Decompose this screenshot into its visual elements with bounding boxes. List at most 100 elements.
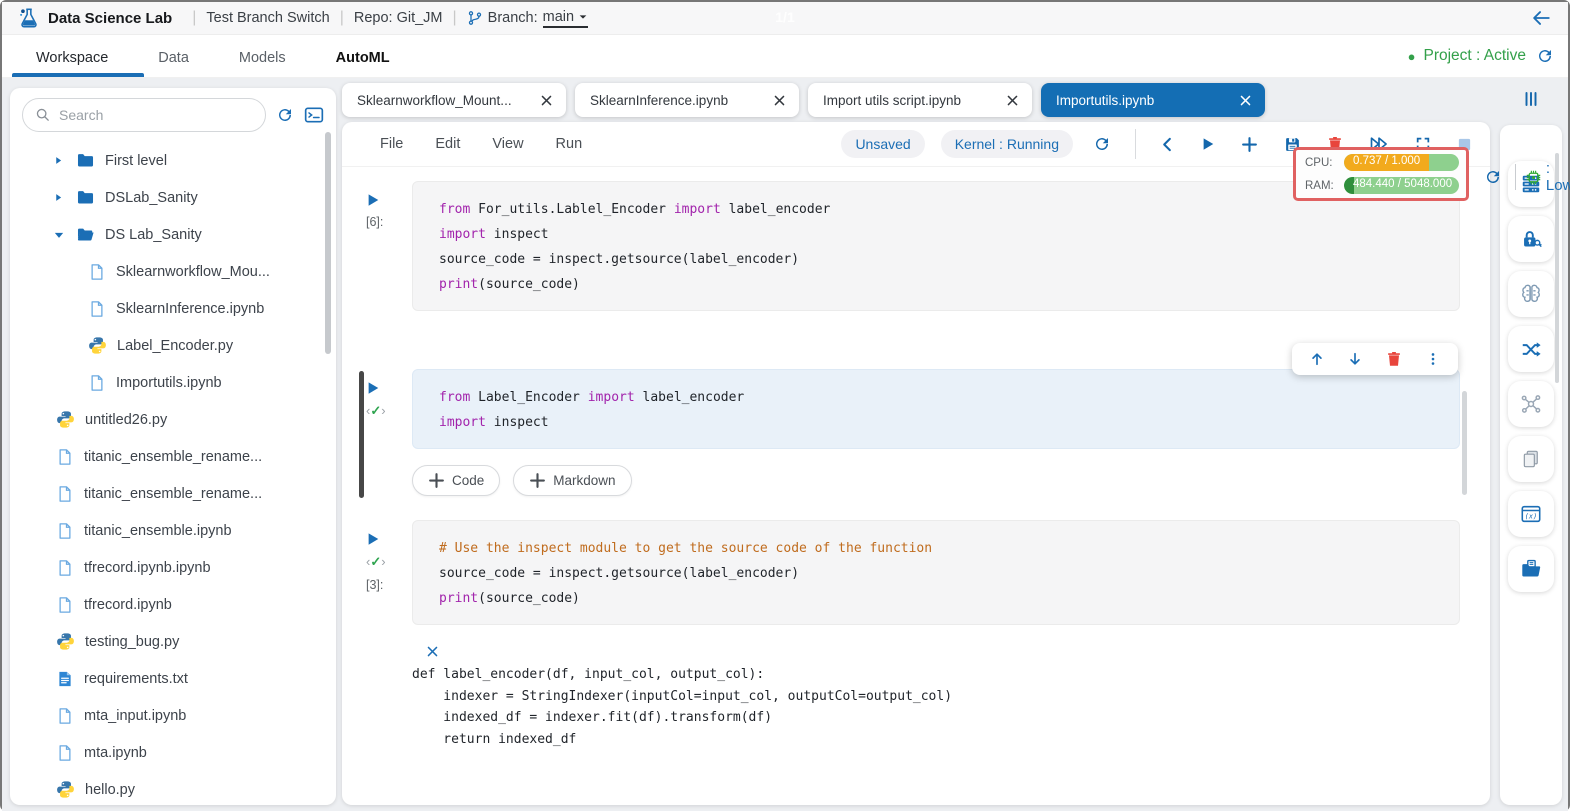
tab-automl[interactable]: AutoML bbox=[326, 38, 400, 77]
run-cell-icon[interactable] bbox=[1197, 137, 1219, 151]
refresh-icon[interactable] bbox=[1536, 47, 1554, 65]
tree-item-titanic-ensemble-rename-[interactable]: titanic_ensemble_rename... bbox=[10, 475, 336, 512]
tree-item-label: DSLab_Sanity bbox=[105, 190, 198, 206]
tab-data[interactable]: Data bbox=[148, 38, 199, 77]
tab-models[interactable]: Models bbox=[229, 38, 296, 77]
divider: | bbox=[192, 9, 196, 27]
menu-file[interactable]: File bbox=[380, 136, 403, 152]
chevron-down-icon[interactable] bbox=[54, 230, 66, 240]
project-name: Test Branch Switch bbox=[206, 10, 329, 26]
folder-icon bbox=[76, 188, 95, 207]
tree-item-dslab-sanity[interactable]: DSLab_Sanity bbox=[10, 179, 336, 216]
ram-usage-bar: 484.440 / 5048.000 bbox=[1344, 177, 1459, 194]
cpu-usage-bar: 0.737 / 1.000 bbox=[1344, 154, 1459, 171]
python-file-icon bbox=[56, 410, 75, 429]
code-editor[interactable]: # Use the inspect module to get the sour… bbox=[412, 520, 1460, 625]
code-editor[interactable]: from Label_Encoder import label_encoderi… bbox=[412, 369, 1460, 449]
tree-item-mta-input-ipynb[interactable]: mta_input.ipynb bbox=[10, 697, 336, 734]
run-cell-icon[interactable] bbox=[366, 381, 412, 395]
columns-icon[interactable] bbox=[1522, 90, 1540, 113]
refresh-icon[interactable] bbox=[1480, 168, 1506, 186]
network-graph-button[interactable] bbox=[1508, 381, 1554, 427]
tree-item-label-encoder-py[interactable]: Label_Encoder.py bbox=[10, 327, 336, 364]
refresh-icon[interactable] bbox=[276, 106, 294, 124]
shuffle-button[interactable] bbox=[1508, 326, 1554, 372]
divider bbox=[1515, 164, 1516, 190]
search-icon bbox=[35, 107, 51, 123]
branch-selector[interactable]: Branch: main bbox=[467, 9, 588, 28]
project-status: ● Project : Active bbox=[1408, 47, 1526, 65]
code-line: import inspect bbox=[439, 222, 1459, 247]
open-folder-icon bbox=[76, 225, 95, 244]
primary-nav: Workspace Data Models AutoML ● Project : Ac… bbox=[2, 35, 1568, 78]
chevron-right-icon[interactable] bbox=[54, 156, 66, 165]
menu-view[interactable]: View bbox=[492, 136, 523, 152]
svg-text:(x): (x) bbox=[1525, 512, 1537, 520]
plus-icon bbox=[529, 472, 546, 489]
tree-item-label: mta_input.ipynb bbox=[84, 708, 186, 724]
output-line: indexed_df = indexer.fit(df).transform(d… bbox=[412, 707, 1490, 729]
text-file-icon bbox=[56, 670, 74, 688]
tab-label: Import utils script.ipynb bbox=[823, 93, 961, 108]
move-cell-down-icon[interactable] bbox=[1348, 352, 1362, 366]
move-cell-up-icon[interactable] bbox=[1310, 352, 1324, 366]
run-cell-icon[interactable] bbox=[366, 532, 412, 546]
add-cell-icon[interactable] bbox=[1237, 136, 1262, 153]
code-line: source_code = inspect.getsource(label_en… bbox=[439, 247, 1459, 272]
file-browser-button[interactable] bbox=[1508, 546, 1554, 592]
menu-run[interactable]: Run bbox=[556, 136, 583, 152]
tree-item-sklearninference-ipynb[interactable]: SklearnInference.ipynb bbox=[10, 290, 336, 327]
tree-item-testing-bug-py[interactable]: testing_bug.py bbox=[10, 623, 336, 660]
notebook-tab[interactable]: Importutils.ipynb bbox=[1041, 83, 1265, 117]
cell-more-options-icon[interactable] bbox=[1426, 352, 1440, 366]
delete-cell-icon[interactable] bbox=[1386, 351, 1402, 367]
security-lock-button[interactable] bbox=[1508, 216, 1554, 262]
tree-item-sklearnworkflow-mou-[interactable]: Sklearnworkflow_Mou... bbox=[10, 253, 336, 290]
search-input[interactable] bbox=[59, 107, 253, 123]
close-icon[interactable] bbox=[773, 94, 786, 107]
variable-explorer-button[interactable]: (x) bbox=[1508, 491, 1554, 537]
code-line: print(source_code) bbox=[439, 586, 1459, 611]
close-icon[interactable] bbox=[1239, 94, 1252, 107]
previous-cell-icon[interactable] bbox=[1156, 137, 1179, 152]
menu-edit[interactable]: Edit bbox=[435, 136, 460, 152]
tree-item-label: titanic_ensemble_rename... bbox=[84, 486, 262, 502]
tree-item-tfrecord-ipynb[interactable]: tfrecord.ipynb bbox=[10, 586, 336, 623]
cpu-label: CPU: bbox=[1305, 157, 1337, 169]
tab-workspace[interactable]: Workspace bbox=[26, 38, 118, 77]
tree-item-titanic-ensemble-ipynb[interactable]: titanic_ensemble.ipynb bbox=[10, 512, 336, 549]
execution-count: [3]: bbox=[366, 578, 412, 592]
close-output-icon[interactable] bbox=[426, 645, 439, 658]
close-icon[interactable] bbox=[1006, 94, 1019, 107]
back-arrow-icon[interactable] bbox=[1530, 7, 1552, 34]
notebook-tab[interactable]: SklearnInference.ipynb bbox=[575, 83, 799, 117]
run-cell-icon[interactable] bbox=[366, 193, 412, 207]
tree-item-requirements-txt[interactable]: requirements.txt bbox=[10, 660, 336, 697]
notebook-tab[interactable]: Sklearnworkflow_Mount... bbox=[342, 83, 566, 117]
close-icon[interactable] bbox=[540, 94, 553, 107]
ai-assist-button[interactable] bbox=[1508, 271, 1554, 317]
add-code-cell-button[interactable]: Code bbox=[412, 465, 500, 496]
code-line: import inspect bbox=[439, 410, 1459, 435]
selected-cell-indicator bbox=[359, 371, 364, 498]
tree-item-label: requirements.txt bbox=[84, 671, 188, 687]
tree-item-titanic-ensemble-rename-[interactable]: titanic_ensemble_rename... bbox=[10, 438, 336, 475]
documents-button[interactable] bbox=[1508, 436, 1554, 482]
refresh-icon[interactable] bbox=[1089, 135, 1115, 153]
tree-item-untitled26-py[interactable]: untitled26.py bbox=[10, 401, 336, 438]
notebook-file-icon bbox=[88, 374, 106, 392]
tab-label: Sklearnworkflow_Mount... bbox=[357, 93, 512, 108]
tree-item-mta-ipynb[interactable]: mta.ipynb bbox=[10, 734, 336, 771]
chevron-right-icon[interactable] bbox=[54, 193, 66, 202]
execution-success-icon: ‹✓› bbox=[366, 403, 412, 419]
tree-item-label: SklearnInference.ipynb bbox=[116, 301, 264, 317]
terminal-icon[interactable] bbox=[304, 105, 324, 125]
tree-item-tfrecord-ipynb-ipynb[interactable]: tfrecord.ipynb.ipynb bbox=[10, 549, 336, 586]
tree-item-ds-lab-sanity[interactable]: DS Lab_Sanity bbox=[10, 216, 336, 253]
tree-item-importutils-ipynb[interactable]: Importutils.ipynb bbox=[10, 364, 336, 401]
tree-item-first-level[interactable]: First level bbox=[10, 142, 336, 179]
tree-item-hello-py[interactable]: hello.py bbox=[10, 771, 336, 805]
add-markdown-cell-button[interactable]: Markdown bbox=[513, 465, 631, 496]
notebook-tab[interactable]: Import utils script.ipynb bbox=[808, 83, 1032, 117]
sidebar-scrollbar[interactable] bbox=[325, 132, 331, 354]
